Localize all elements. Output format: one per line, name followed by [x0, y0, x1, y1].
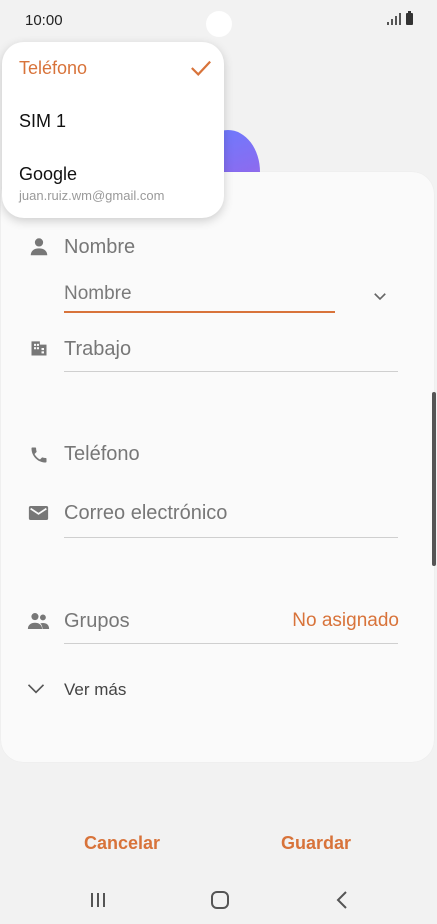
see-more-button[interactable]: Ver más [64, 680, 126, 700]
work-underline [64, 371, 398, 372]
menu-item-telefono[interactable]: Teléfono [19, 58, 87, 79]
groups-value[interactable]: No asignado [292, 610, 399, 632]
scrollbar[interactable] [432, 392, 436, 566]
name-input[interactable]: Nombre [64, 283, 334, 305]
menu-item-sim1[interactable]: SIM 1 [19, 111, 66, 132]
work-field[interactable]: Trabajo [64, 338, 131, 361]
chevron-down-icon[interactable] [26, 681, 46, 697]
account-dropdown: Teléfono SIM 1 Google juan.ruiz.wm@gmail… [2, 42, 224, 218]
email-underline [64, 537, 398, 538]
back-icon[interactable] [333, 890, 351, 910]
recent-apps-icon[interactable] [88, 890, 108, 910]
status-icons [387, 11, 413, 25]
front-camera [206, 11, 232, 37]
group-icon [27, 613, 50, 629]
status-bar: 10:00 [0, 0, 437, 42]
status-time: 10:00 [25, 12, 63, 29]
navigation-bar [0, 880, 437, 924]
contact-form-card [1, 172, 434, 762]
menu-item-google[interactable]: Google [19, 164, 77, 185]
chevron-down-icon[interactable] [371, 287, 389, 305]
battery-icon [406, 11, 413, 25]
name-label: Nombre [64, 236, 136, 258]
home-icon[interactable] [209, 889, 231, 911]
email-icon [28, 506, 49, 520]
phone-field[interactable]: Teléfono [64, 443, 140, 466]
menu-item-google-email: juan.ruiz.wm@gmail.com [19, 188, 165, 203]
groups-underline [64, 643, 398, 644]
email-field[interactable]: Correo electrónico [64, 502, 227, 525]
groups-field[interactable]: Grupos [64, 610, 130, 633]
phone-icon [31, 447, 47, 463]
save-button[interactable]: Guardar [281, 833, 351, 854]
name-input-underline [64, 311, 335, 313]
cancel-button[interactable]: Cancelar [84, 833, 160, 854]
building-icon [31, 341, 47, 356]
check-icon [191, 60, 211, 77]
signal-icon [387, 13, 401, 25]
person-icon [30, 238, 48, 256]
